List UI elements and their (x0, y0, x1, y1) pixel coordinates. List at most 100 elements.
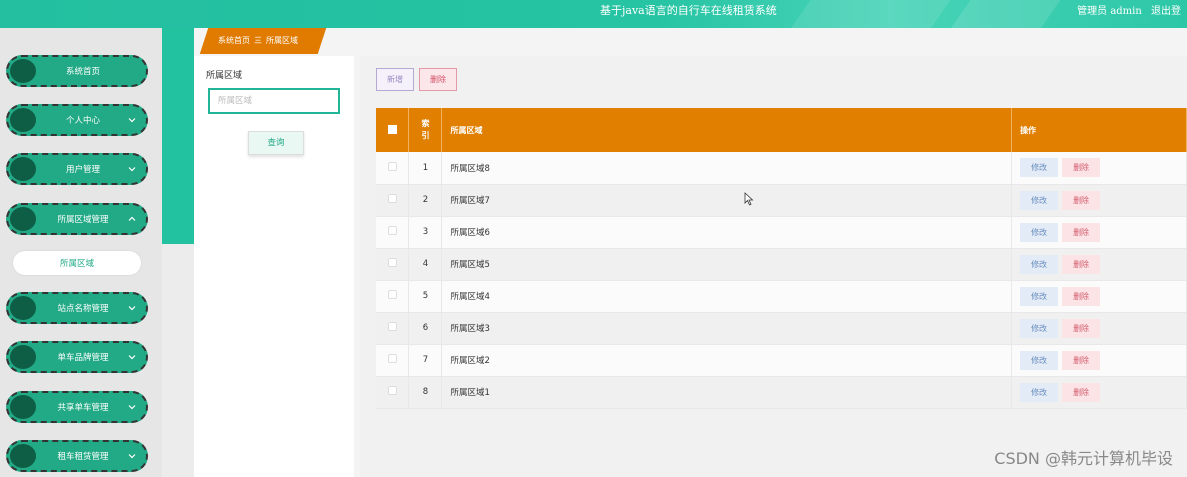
row-index: 3 (408, 216, 443, 249)
edit-button[interactable]: 修改 (1020, 254, 1059, 274)
row-checkbox[interactable] (387, 354, 397, 363)
row-index: 5 (408, 280, 443, 313)
row-select-cell (376, 280, 410, 313)
logout-link[interactable]: 退出登 (1151, 6, 1181, 17)
menu-bullet-icon (10, 207, 36, 231)
sidebar: 系统首页 个人中心 用户管理 所属区域管理 所属区域 站点名称管理 单车品牌管理… (0, 28, 162, 477)
row-ops: 修改 删除 (1011, 280, 1187, 313)
row-checkbox[interactable] (387, 194, 397, 203)
breadcrumb-separator: 三 (254, 36, 262, 45)
row-ops: 修改 删除 (1011, 152, 1187, 185)
search-button[interactable]: 查询 (248, 131, 304, 155)
row-index: 8 (408, 376, 443, 409)
menu-bullet-icon (10, 157, 36, 181)
row-name: 所属区域1 (441, 376, 1013, 409)
search-label: 所属区域 (206, 71, 243, 81)
row-name: 所属区域7 (441, 184, 1013, 217)
edit-button[interactable]: 修改 (1020, 222, 1059, 242)
row-delete-button[interactable]: 删除 (1062, 158, 1101, 178)
search-input[interactable] (208, 88, 340, 114)
user-label: 管理员 admin (1077, 6, 1142, 17)
row-select-cell (376, 312, 410, 345)
edit-button[interactable]: 修改 (1020, 350, 1059, 370)
row-select-cell (376, 184, 410, 217)
row-checkbox[interactable] (387, 290, 397, 299)
table-row: 5 所属区域4 修改 删除 (376, 280, 1187, 313)
row-name: 所属区域5 (441, 248, 1013, 281)
chevron-up-icon (128, 216, 136, 221)
table-row: 4 所属区域5 修改 删除 (376, 248, 1187, 281)
sidebar-item-profile[interactable]: 个人中心 (6, 104, 148, 136)
row-delete-button[interactable]: 删除 (1062, 254, 1101, 274)
edit-button[interactable]: 修改 (1020, 158, 1059, 178)
chevron-down-icon (128, 306, 136, 311)
sidebar-item-station[interactable]: 站点名称管理 (6, 292, 148, 324)
app-title: 基于java语言的自行车在线租赁系统 (600, 4, 777, 17)
edit-button[interactable]: 修改 (1020, 286, 1059, 306)
chevron-down-icon (128, 454, 136, 459)
sidebar-item-bikes[interactable]: 共享单车管理 (6, 391, 148, 423)
menu-bullet-icon (10, 108, 36, 132)
mouse-cursor-icon (744, 192, 754, 206)
search-panel: 所属区域 查询 (194, 56, 354, 477)
main-content: 系统首页三所属区域 所属区域 查询 新增 删除 索引 所属区域 操作 1所属区域… (194, 28, 1187, 477)
row-index: 7 (408, 344, 443, 377)
select-all-cell (376, 108, 410, 152)
chevron-down-icon (128, 355, 136, 360)
row-checkbox[interactable] (387, 386, 397, 395)
sidebar-item-rental[interactable]: 租车租赁管理 (6, 440, 148, 472)
delete-button[interactable]: 删除 (419, 68, 457, 91)
sidebar-subitem-region[interactable]: 所属区域 (12, 250, 142, 276)
row-checkbox[interactable] (387, 226, 397, 235)
watermark: CSDN @韩元计算机毕设 (994, 449, 1173, 468)
region-table: 索引 所属区域 操作 1 所属区域8 修改 删除 2 所属区域7 修改 删除 3 所属区域6 修改删… (376, 108, 1187, 409)
chevron-down-icon (128, 118, 136, 123)
row-delete-button[interactable]: 删除 (1062, 318, 1101, 338)
row-delete-button[interactable]: 删除 (1062, 222, 1101, 242)
add-button[interactable]: 新增 (376, 68, 414, 91)
header-name: 所属区域 (441, 108, 1013, 152)
breadcrumb: 系统首页三所属区域 (218, 35, 298, 46)
row-ops: 修改 删除 (1011, 376, 1187, 409)
row-delete-button[interactable]: 删除 (1062, 350, 1101, 370)
row-checkbox[interactable] (387, 161, 397, 171)
menu-bullet-icon (10, 345, 36, 369)
sidebar-item-users[interactable]: 用户管理 (6, 153, 148, 185)
row-select-cell (376, 376, 410, 409)
row-checkbox[interactable] (387, 322, 397, 331)
row-ops: 修改 删除 (1011, 312, 1187, 345)
sidebar-item-region[interactable]: 所属区域管理 (6, 203, 148, 235)
row-select-cell (376, 152, 410, 185)
row-checkbox[interactable] (387, 258, 397, 267)
sidebar-item-home[interactable]: 系统首页 (6, 55, 148, 87)
header-ops: 操作 (1011, 108, 1187, 152)
menu-bullet-icon (10, 296, 36, 320)
table-header-row: 索引 所属区域 操作 (376, 108, 1187, 152)
chevron-down-icon (128, 405, 136, 410)
row-ops: 修改 删除 (1011, 344, 1187, 377)
header-index: 索引 (408, 108, 443, 152)
menu-bullet-icon (10, 59, 36, 83)
user-area: 管理员 admin 退出登 (1071, 2, 1181, 17)
row-name: 所属区域4 (441, 280, 1013, 313)
row-select-cell (376, 216, 410, 249)
select-all-checkbox[interactable] (387, 124, 397, 134)
table-area: 新增 删除 索引 所属区域 操作 1 所属区域8 修改 删除 2 所属区域7 修改 删除 3 所属… (360, 56, 1187, 477)
edit-button[interactable]: 修改 (1020, 382, 1059, 402)
menu-bullet-icon (10, 444, 36, 468)
row-delete-button[interactable]: 删除 (1062, 286, 1101, 306)
breadcrumb-home[interactable]: 系统首页 (218, 36, 250, 45)
row-delete-button[interactable]: 删除 (1062, 190, 1101, 210)
edit-button[interactable]: 修改 (1020, 190, 1059, 210)
edit-button[interactable]: 修改 (1020, 318, 1059, 338)
row-ops: 修改 删除 (1011, 216, 1187, 249)
sidebar-item-brand[interactable]: 单车品牌管理 (6, 341, 148, 373)
row-index: 1 (408, 152, 443, 185)
row-delete-button[interactable]: 删除 (1062, 382, 1101, 402)
row-name: 所属区域2 (441, 344, 1013, 377)
row-select-cell (376, 248, 410, 281)
row-name: 所属区域8 (441, 152, 1013, 185)
row-index: 4 (408, 248, 443, 281)
top-header: 基于java语言的自行车在线租赁系统 管理员 admin 退出登 (0, 0, 1187, 28)
row-ops: 修改 删除 (1011, 184, 1187, 217)
